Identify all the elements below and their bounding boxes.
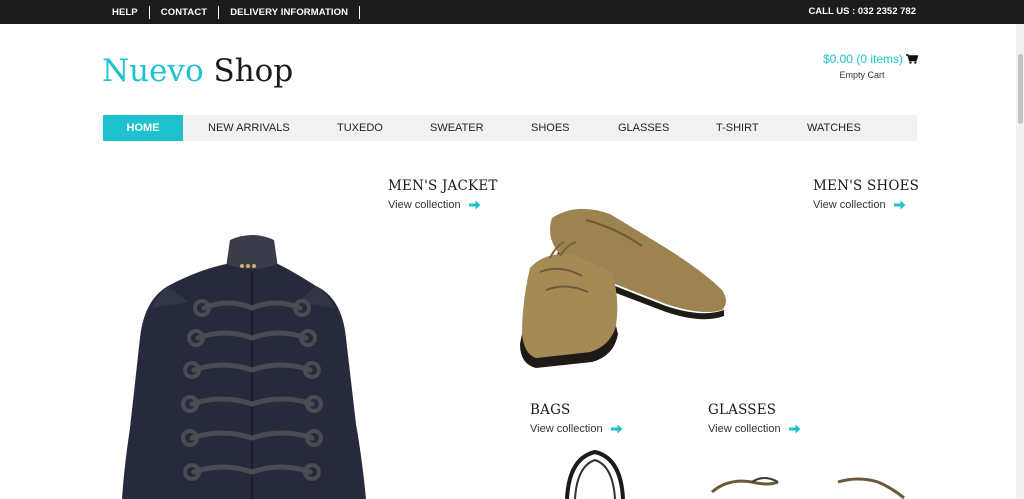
arrow-right-icon [788,424,801,434]
mens-jacket-image[interactable] [118,228,370,499]
scrollbar-thumb[interactable] [1018,54,1023,124]
nav-item-tuxedo[interactable]: TUXEDO [337,115,383,141]
view-collection-mens-shoes[interactable]: View collection [813,199,906,211]
main-nav: HOME NEW ARRIVALS TUXEDO SWEATER SHOES G… [103,115,917,141]
arrow-right-icon [468,200,481,210]
product-title-mens-shoes: MEN'S SHOES [813,178,920,194]
product-title-bags: BAGS [530,402,571,418]
site-logo[interactable]: Nuevo Shop [102,52,293,90]
help-link[interactable]: HELP [112,5,150,19]
cart-total[interactable]: $0.00 (0 items) [823,52,903,66]
cart-summary[interactable]: $0.00 (0 items) [800,52,918,66]
bag-image[interactable] [555,448,635,499]
view-collection-label[interactable]: View collection [388,199,461,211]
nav-item-t-shirt[interactable]: T-SHIRT [716,115,759,141]
arrow-right-icon [610,424,623,434]
view-collection-label[interactable]: View collection [708,423,781,435]
view-collection-label[interactable]: View collection [813,199,886,211]
nav-item-shoes[interactable]: SHOES [531,115,570,141]
glasses-image[interactable] [708,470,908,499]
top-bar: HELP CONTACT DELIVERY INFORMATION CALL U… [0,0,1024,24]
nav-item-new-arrivals[interactable]: NEW ARRIVALS [208,115,290,141]
arrow-right-icon [893,200,906,210]
view-collection-label[interactable]: View collection [530,423,603,435]
top-links: HELP CONTACT DELIVERY INFORMATION [112,0,361,24]
view-collection-mens-jacket[interactable]: View collection [388,199,481,211]
nav-item-glasses[interactable]: GLASSES [618,115,669,141]
page-scrollbar[interactable] [1016,24,1024,499]
cart-icon[interactable] [906,54,918,64]
view-collection-bags[interactable]: View collection [530,423,623,435]
nav-item-sweater[interactable]: SWEATER [430,115,484,141]
logo-part-nuevo: Nuevo [102,53,204,89]
logo-part-shop: Shop [213,53,294,89]
product-title-mens-jacket: MEN'S JACKET [388,178,498,194]
delivery-information-link[interactable]: DELIVERY INFORMATION [219,5,361,19]
product-title-glasses: GLASSES [708,402,777,418]
cart-widget[interactable]: $0.00 (0 items) Empty Cart [800,52,918,80]
nav-item-watches[interactable]: WATCHES [807,115,861,141]
nav-item-home[interactable]: HOME [103,115,183,141]
contact-link[interactable]: CONTACT [150,5,220,19]
mens-shoes-image[interactable] [516,198,732,370]
cart-status: Empty Cart [839,70,885,80]
call-us-text: CALL US : 032 2352 782 [808,6,916,17]
view-collection-glasses[interactable]: View collection [708,423,801,435]
